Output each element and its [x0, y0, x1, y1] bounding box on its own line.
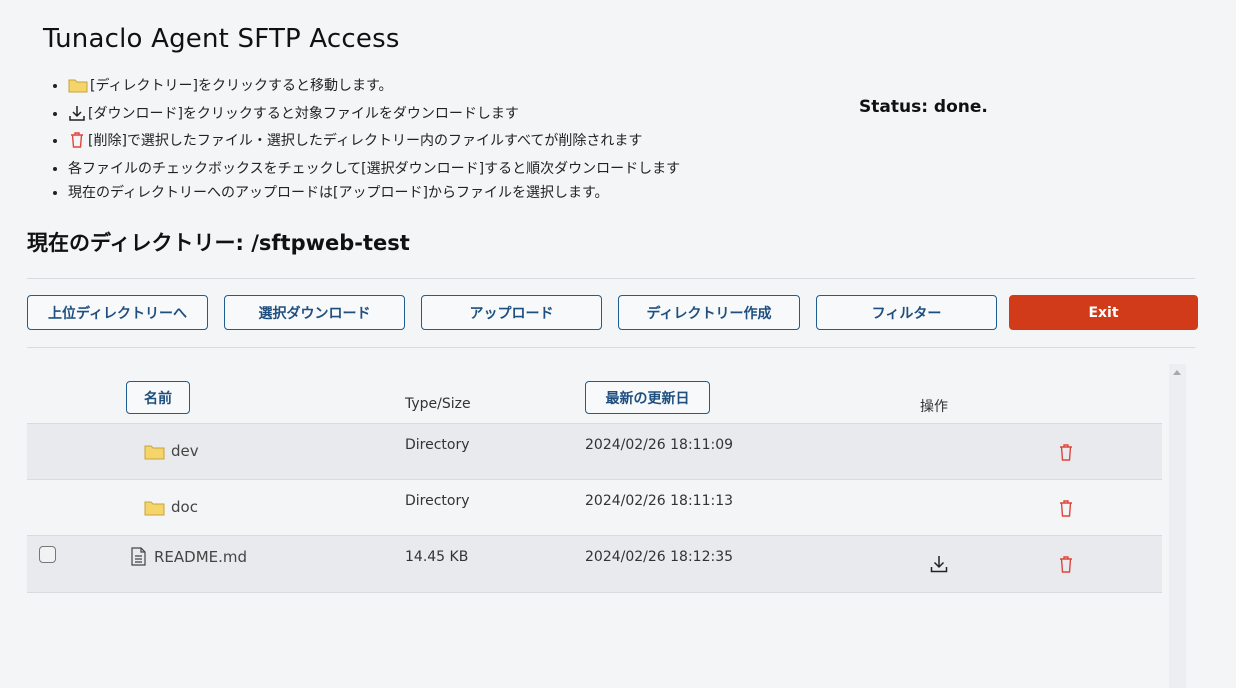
instruction-item: [ディレクトリー]をクリックすると移動します。: [68, 74, 680, 102]
current-directory: 現在のディレクトリー: /sftpweb-test: [27, 231, 410, 255]
file-name: README.md: [154, 548, 248, 566]
type-size-cell: 14.45 KB: [405, 549, 469, 565]
table-row: doc Directory 2024/02/26 18:11:13: [27, 479, 1162, 536]
type-size-cell: Directory: [405, 437, 470, 453]
actions-header: 操作: [920, 399, 948, 415]
create-directory-button[interactable]: ディレクトリー作成: [618, 295, 800, 330]
sort-updated-button[interactable]: 最新の更新日: [585, 381, 710, 414]
type-size-cell: Directory: [405, 493, 470, 509]
directory-link[interactable]: dev: [171, 442, 199, 460]
directory-link[interactable]: doc: [171, 498, 198, 516]
vertical-scrollbar[interactable]: [1169, 364, 1186, 688]
table-row: README.md 14.45 KB 2024/02/26 18:12:35: [27, 535, 1162, 593]
divider: [27, 347, 1195, 348]
type-size-header: Type/Size: [405, 396, 471, 412]
trash-icon[interactable]: [1058, 443, 1074, 465]
updated-cell: 2024/02/26 18:11:13: [585, 493, 734, 509]
instruction-list: [ディレクトリー]をクリックすると移動します。 [ダウンロード]をクリックすると…: [48, 74, 680, 206]
status-text: Status: done.: [859, 97, 988, 117]
app-title: Tunaclo Agent SFTP Access: [43, 24, 400, 54]
file-checkbox[interactable]: [39, 546, 56, 563]
instruction-item: [ダウンロード]をクリックすると対象ファイルをダウンロードします: [68, 102, 680, 130]
table-row: dev Directory 2024/02/26 18:11:09: [27, 423, 1162, 480]
sftp-page: Tunaclo Agent SFTP Access [ディレクトリー]をクリック…: [0, 0, 1236, 688]
download-icon[interactable]: [930, 555, 948, 577]
folder-icon: [144, 443, 165, 464]
trash-icon[interactable]: [1058, 499, 1074, 521]
instruction-text: [削除]で選択したファイル・選択したディレクトリー内のファイルすべてが削除されま…: [88, 133, 643, 149]
instruction-text: 各ファイルのチェックボックスをチェックして[選択ダウンロード]すると順次ダウンロ…: [68, 160, 681, 177]
trash-icon[interactable]: [1058, 555, 1074, 577]
select-download-button[interactable]: 選択ダウンロード: [224, 295, 405, 330]
divider: [27, 278, 1195, 279]
scroll-up-arrow-icon[interactable]: [1173, 370, 1181, 375]
instruction-text: [ディレクトリー]をクリックすると移動します。: [90, 78, 393, 94]
filter-button[interactable]: フィルター: [816, 295, 997, 330]
updated-cell: 2024/02/26 18:11:09: [585, 437, 734, 453]
instruction-item: 各ファイルのチェックボックスをチェックして[選択ダウンロード]すると順次ダウンロ…: [68, 157, 680, 182]
parent-directory-button[interactable]: 上位ディレクトリーへ: [27, 295, 208, 330]
instruction-item: 現在のディレクトリーへのアップロードは[アップロード]からファイルを選択します。: [68, 181, 680, 206]
exit-button[interactable]: Exit: [1009, 295, 1198, 330]
file-icon: [131, 547, 146, 570]
sort-name-button[interactable]: 名前: [126, 381, 190, 414]
updated-cell: 2024/02/26 18:12:35: [585, 549, 734, 565]
upload-button[interactable]: アップロード: [421, 295, 602, 330]
download-icon: [68, 105, 86, 130]
instruction-text: 現在のディレクトリーへのアップロードは[アップロード]からファイルを選択します。: [68, 185, 609, 201]
instruction-item: [削除]で選択したファイル・選択したディレクトリー内のファイルすべてが削除されま…: [68, 129, 680, 157]
folder-icon: [68, 77, 88, 102]
instruction-text: [ダウンロード]をクリックすると対象ファイルをダウンロードします: [88, 105, 519, 122]
trash-icon: [68, 131, 86, 157]
folder-icon: [144, 499, 165, 520]
